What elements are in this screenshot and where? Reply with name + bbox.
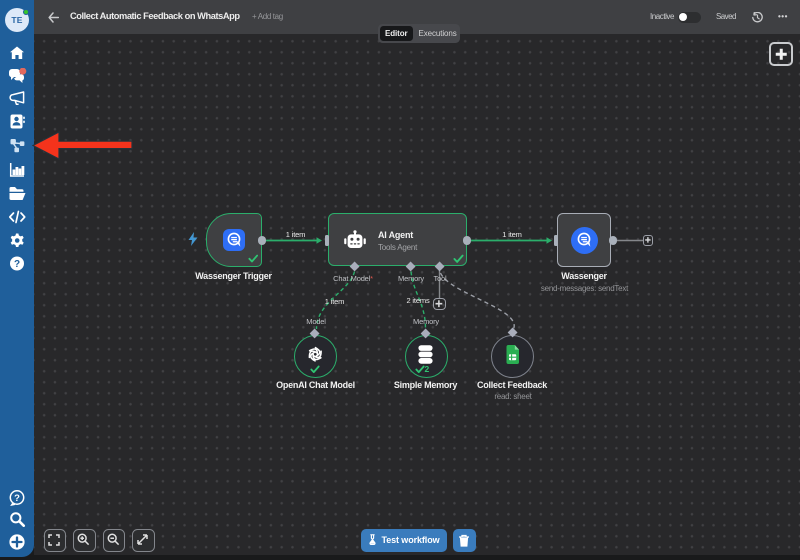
svg-text:?: ? <box>14 259 20 270</box>
svg-text:?: ? <box>14 493 20 504</box>
